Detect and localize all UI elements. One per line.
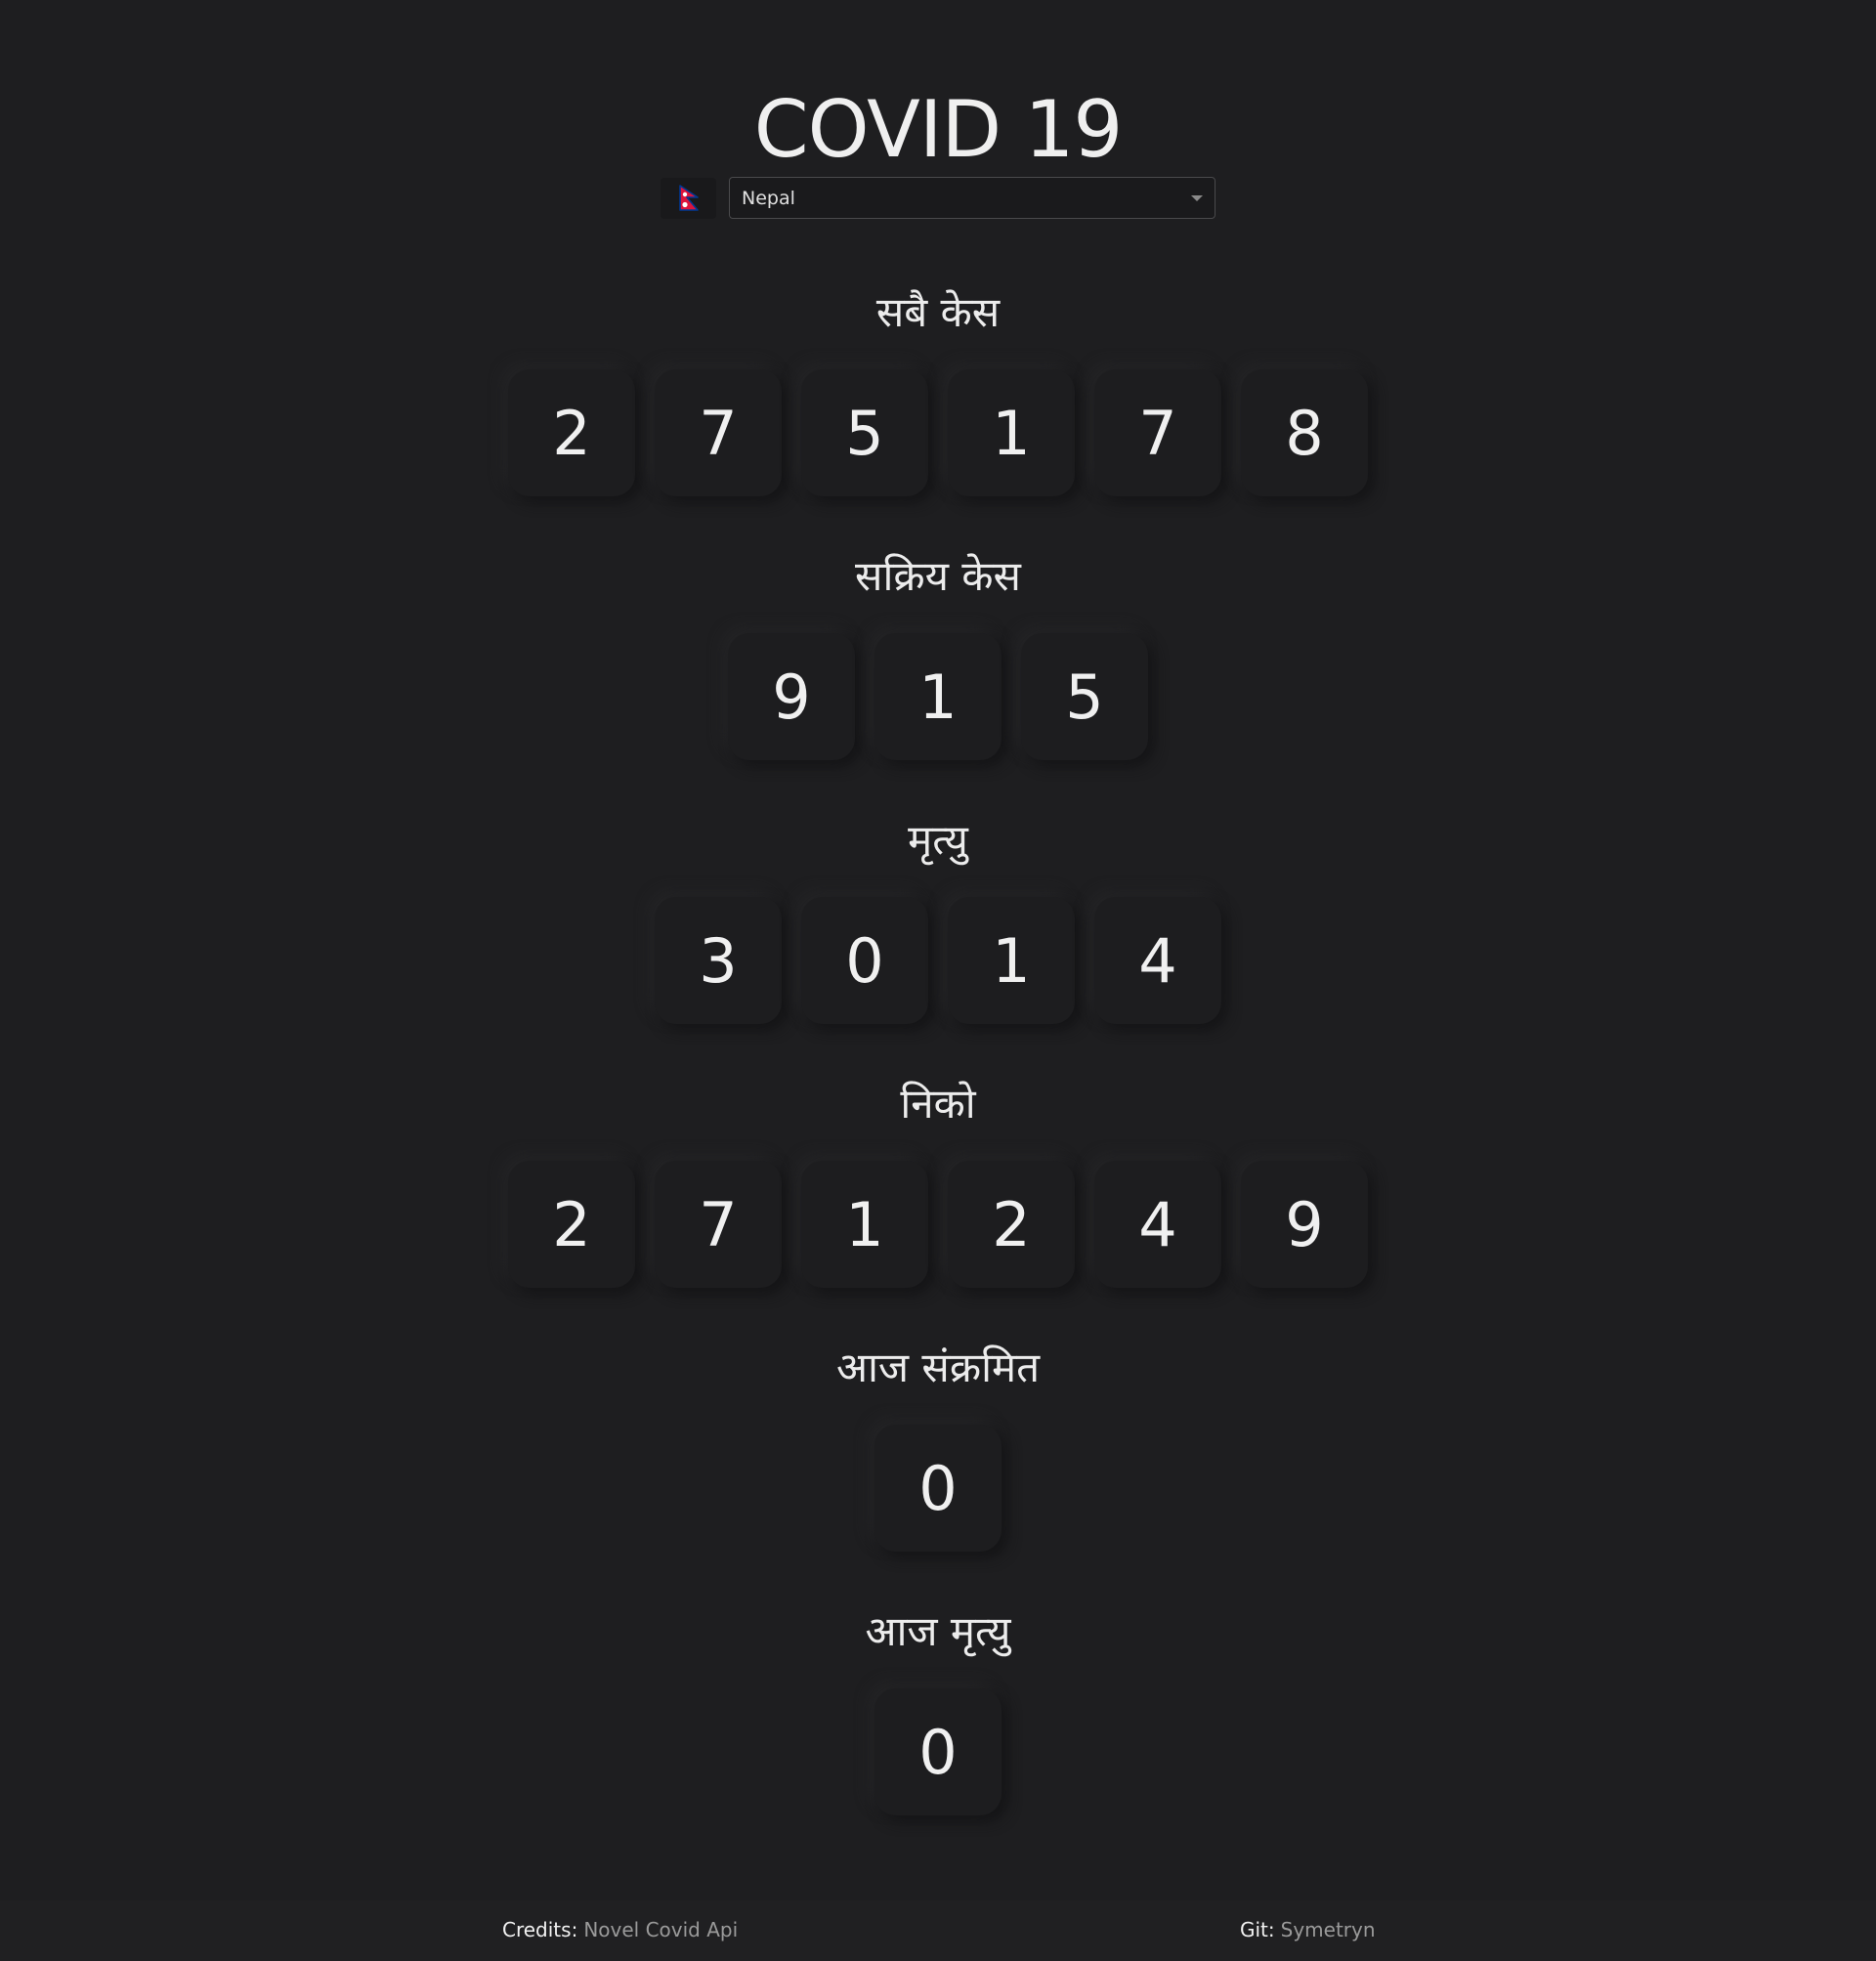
stat-label: सबै केस xyxy=(875,288,1001,336)
digit-tile: 2 xyxy=(508,1161,635,1288)
footer-git: Git: Symetryn xyxy=(1240,1918,1376,1941)
credits-link[interactable]: Novel Covid Api xyxy=(583,1918,738,1941)
digit-tile: 5 xyxy=(1021,633,1148,760)
stat-today-cases: आज संक्रमित 0 xyxy=(0,1341,1876,1552)
stat-deaths: मृत्यु 3 0 1 4 xyxy=(0,813,1876,1024)
stat-label: मृत्यु xyxy=(908,816,968,864)
stat-label: निको xyxy=(900,1080,976,1128)
footer: Credits: Novel Covid Api Git: Symetryn xyxy=(0,1900,1876,1961)
stat-today-deaths: आज मृत्यु 0 xyxy=(0,1604,1876,1815)
digit-tile: 5 xyxy=(801,369,928,496)
digit-tile: 2 xyxy=(948,1161,1075,1288)
digit-tile: 8 xyxy=(1241,369,1368,496)
digit-row: 3 0 1 4 xyxy=(0,897,1876,1024)
digit-tile: 4 xyxy=(1094,1161,1221,1288)
digit-tile: 9 xyxy=(728,633,855,760)
digit-tile: 0 xyxy=(874,1688,1002,1815)
digit-tile: 4 xyxy=(1094,897,1221,1024)
stat-label: सक्रिय केस xyxy=(855,552,1021,600)
stat-label: आज संक्रमित xyxy=(835,1343,1041,1391)
credits-label: Credits: xyxy=(502,1918,578,1941)
digit-row: 0 xyxy=(0,1425,1876,1552)
digit-row: 2 7 5 1 7 8 xyxy=(0,369,1876,496)
nepal-flag-icon xyxy=(661,177,716,219)
footer-credits: Credits: Novel Covid Api xyxy=(502,1918,738,1941)
digit-tile: 9 xyxy=(1241,1161,1368,1288)
chevron-down-icon xyxy=(1191,194,1203,201)
digit-tile: 7 xyxy=(1094,369,1221,496)
country-select-value: Nepal xyxy=(742,187,795,209)
stat-active-cases: सक्रिय केस 9 1 5 xyxy=(0,549,1876,760)
digit-tile: 1 xyxy=(948,897,1075,1024)
digit-tile: 7 xyxy=(655,1161,782,1288)
git-label: Git: xyxy=(1240,1918,1275,1941)
page-title: COVID 19 xyxy=(753,83,1124,175)
stat-label: आज मृत्यु xyxy=(865,1607,1011,1655)
digit-row: 0 xyxy=(0,1688,1876,1815)
digit-tile: 1 xyxy=(948,369,1075,496)
digit-tile: 2 xyxy=(508,369,635,496)
digit-row: 9 1 5 xyxy=(0,633,1876,760)
digit-tile: 0 xyxy=(801,897,928,1024)
digit-row: 2 7 1 2 4 9 xyxy=(0,1161,1876,1288)
digit-tile: 3 xyxy=(655,897,782,1024)
stat-recovered: निको 2 7 1 2 4 9 xyxy=(0,1077,1876,1288)
country-select[interactable]: Nepal xyxy=(729,177,1215,219)
digit-tile: 1 xyxy=(801,1161,928,1288)
git-link[interactable]: Symetryn xyxy=(1281,1918,1376,1941)
digit-tile: 0 xyxy=(874,1425,1002,1552)
digit-tile: 7 xyxy=(655,369,782,496)
stat-total-cases: सबै केस 2 7 5 1 7 8 xyxy=(0,285,1876,496)
digit-tile: 1 xyxy=(874,633,1002,760)
country-selector-row: Nepal xyxy=(661,176,1215,220)
